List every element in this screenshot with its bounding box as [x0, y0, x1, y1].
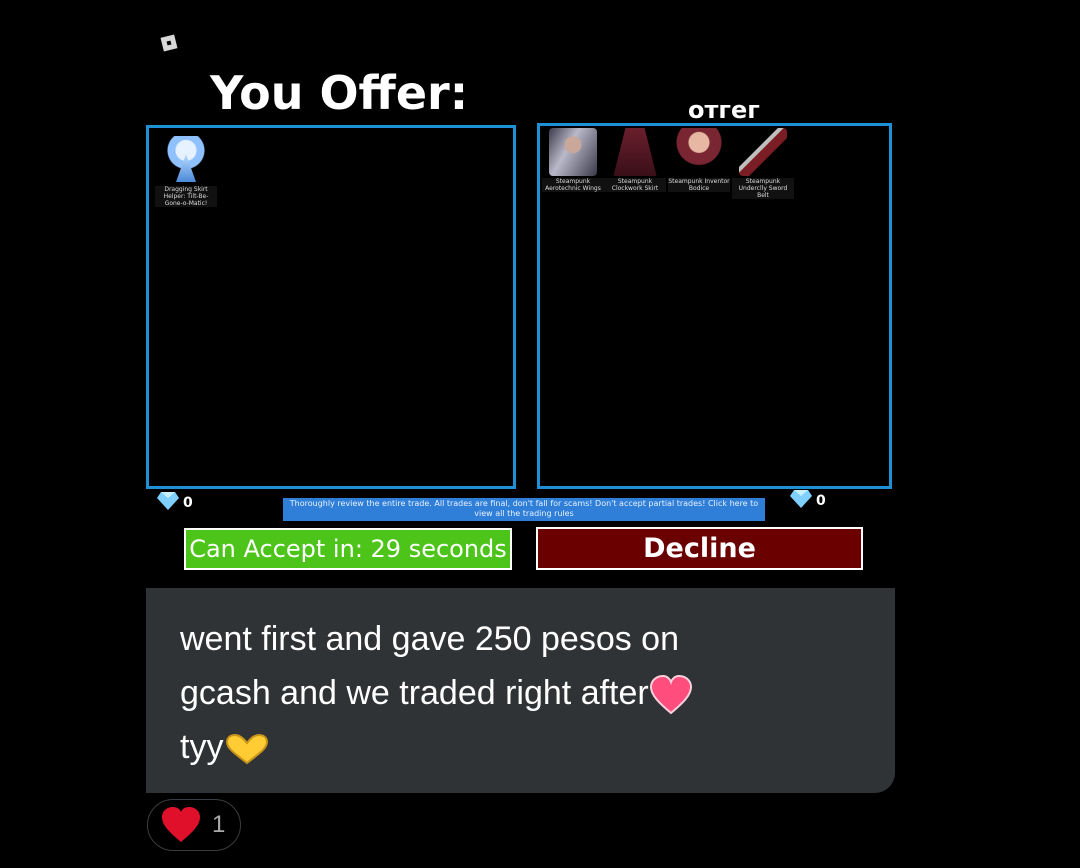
offer-item-label: Dragging Skirt Helper: Tilt-Be-Gone-o-Ma…	[155, 186, 217, 207]
offer-item-label: Steampunk Clockwork Skirt	[604, 178, 666, 192]
offer-item-label: Steampunk Inventor Bodice	[668, 178, 730, 192]
steampunk-wings-icon	[549, 128, 597, 176]
like-count: 1	[212, 811, 226, 838]
offer-item[interactable]: Dragging Skirt Helper: Tilt-Be-Gone-o-Ma…	[155, 136, 217, 207]
offer-item[interactable]: Steampunk Underclly Sword Belt	[732, 128, 794, 199]
steampunk-skirt-icon	[613, 128, 657, 176]
decline-button[interactable]: Decline	[536, 527, 863, 570]
heart-hands-icon	[226, 734, 269, 765]
tweet-line: went first and gave 250 pesos on	[180, 620, 679, 658]
tweet-line: tyy	[180, 728, 224, 766]
their-offer-panel: Steampunk Aerotechnic Wings Steampunk Cl…	[537, 123, 892, 489]
offer-item-label: Steampunk Underclly Sword Belt	[732, 178, 794, 199]
angel-skirt-icon	[162, 136, 210, 184]
tweet-text-bubble: went first and gave 250 pesos on gcash a…	[146, 588, 895, 793]
diamond-icon	[790, 490, 812, 508]
sparkling-heart-icon	[649, 675, 692, 715]
offer-item[interactable]: Steampunk Aerotechnic Wings	[542, 128, 604, 192]
accept-button[interactable]: Can Accept in: 29 seconds	[184, 528, 512, 570]
like-reaction[interactable]: 1	[147, 799, 241, 851]
their-diamond-count: 0	[816, 493, 826, 509]
roblox-logo-icon	[160, 34, 178, 52]
offer-item[interactable]: Steampunk Clockwork Skirt	[604, 128, 666, 192]
your-offer-panel: Dragging Skirt Helper: Tilt-Be-Gone-o-Ma…	[146, 125, 516, 489]
sword-belt-icon	[739, 128, 787, 176]
tweet-line-with-emoji: gcash and we traded right after	[180, 666, 861, 720]
your-diamond-count: 0	[183, 495, 193, 511]
trade-rules-notice[interactable]: Thoroughly review the entire trade. All …	[283, 498, 765, 521]
offer-item-label: Steampunk Aerotechnic Wings	[542, 178, 604, 192]
diamond-icon	[157, 492, 179, 510]
tweet-line-with-emoji: tyy	[180, 720, 861, 774]
heart-icon	[162, 807, 200, 842]
other-offer-title: отгег	[688, 96, 760, 124]
you-offer-title: You Offer:	[210, 66, 469, 120]
offer-item[interactable]: Steampunk Inventor Bodice	[668, 128, 730, 192]
tweet-line: gcash and we traded right after	[180, 674, 649, 712]
steampunk-bodice-icon	[675, 128, 723, 176]
